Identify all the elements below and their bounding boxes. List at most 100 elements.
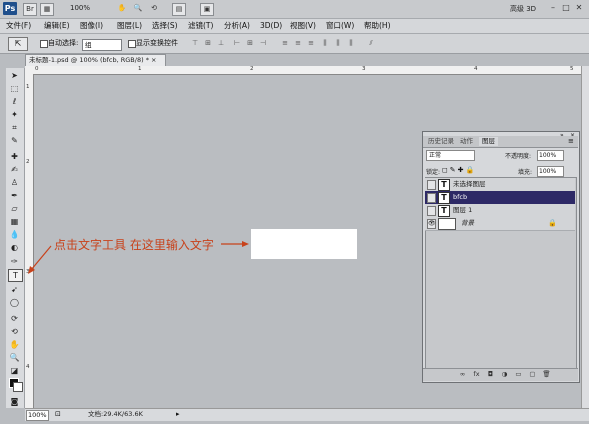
tab-layers[interactable]: 图层 <box>479 137 498 146</box>
align-top-icon[interactable]: ⊤ <box>190 39 200 48</box>
background-color-swatch[interactable] <box>13 382 23 392</box>
ruler-tick-label: 3 <box>26 269 30 275</box>
distribute-left-icon[interactable]: ⫼ <box>320 39 330 48</box>
arrange-documents-icon[interactable]: ▤ <box>172 3 186 16</box>
auto-select-checkbox[interactable] <box>40 40 48 48</box>
status-arrow-icon[interactable]: ▸ <box>176 410 180 418</box>
marquee-tool-icon[interactable]: ⬚ <box>8 83 21 94</box>
zoom-icon[interactable]: 🔍 <box>132 3 144 14</box>
adjustment-layer-icon[interactable]: ◑ <box>500 370 509 378</box>
ruler-tick-label: 4 <box>474 66 478 72</box>
align-hcenter-icon[interactable]: ⊞ <box>245 39 255 48</box>
distribute-hcenter-icon[interactable]: ⫼ <box>333 39 343 48</box>
magic-wand-tool-icon[interactable]: ✦ <box>8 109 21 120</box>
layer-row-background[interactable]: 👁 背景 🔒 <box>425 217 575 231</box>
history-brush-tool-icon[interactable]: ✒ <box>8 190 21 201</box>
text-tool-icon[interactable]: T <box>8 269 23 282</box>
pen-tool-icon[interactable]: ✑ <box>8 256 21 267</box>
eraser-tool-icon[interactable]: ▱ <box>8 203 21 214</box>
shape-tool-icon[interactable]: ◯ <box>8 297 21 308</box>
zoom-select[interactable]: 100% <box>70 3 102 14</box>
lasso-tool-icon[interactable]: ℓ <box>8 96 21 107</box>
menu-window[interactable]: 窗口(W) <box>326 21 354 31</box>
zoom-tool-icon[interactable]: 🔍 <box>8 352 21 363</box>
blur-tool-icon[interactable]: 💧 <box>8 229 21 240</box>
brush-tool-icon[interactable]: ✍ <box>8 164 21 175</box>
dodge-tool-icon[interactable]: ◐ <box>8 242 21 253</box>
3d-rotate-tool-icon[interactable]: ⟳ <box>8 313 21 324</box>
default-colors-icon[interactable]: ◪ <box>8 365 21 376</box>
menu-file[interactable]: 文件(F) <box>6 21 31 31</box>
path-selection-tool-icon[interactable]: ➹ <box>8 284 21 295</box>
new-group-icon[interactable]: ▭ <box>514 370 523 378</box>
visibility-toggle[interactable] <box>427 180 436 190</box>
layer-mask-icon[interactable]: ◘ <box>486 370 495 378</box>
distribute-right-icon[interactable]: ⫼ <box>346 39 356 48</box>
3d-orbit-tool-icon[interactable]: ⟲ <box>8 326 21 337</box>
zoom-level-field[interactable]: 100% <box>26 410 49 421</box>
opacity-field[interactable]: 100% <box>537 150 564 161</box>
crop-tool-icon[interactable]: ⌗ <box>8 122 21 133</box>
visibility-toggle[interactable] <box>427 193 436 203</box>
maximize-button[interactable]: □ <box>561 3 571 13</box>
layer-row[interactable]: T 未选择图层 <box>425 178 575 192</box>
fill-label: 填充: <box>518 169 533 176</box>
menu-analysis[interactable]: 分析(A) <box>224 21 250 31</box>
healing-brush-tool-icon[interactable]: ✚ <box>8 151 21 162</box>
hand-tool-icon[interactable]: ✋ <box>8 339 21 350</box>
screen-mode-icon[interactable]: ▣ <box>200 3 214 16</box>
menu-3d[interactable]: 3D(D) <box>260 21 282 31</box>
ruler-tick-label: 3 <box>362 66 366 72</box>
menu-view[interactable]: 视图(V) <box>290 21 316 31</box>
status-menu-icon[interactable]: ⊡ <box>55 410 61 418</box>
auto-align-icon[interactable]: ⫽ <box>366 39 376 48</box>
menu-layer[interactable]: 图层(L) <box>117 21 142 31</box>
move-tool-icon[interactable]: ➤ <box>8 70 21 81</box>
lock-icons[interactable]: ◻✎✚🔒 <box>442 166 476 174</box>
close-tab-icon[interactable]: × <box>151 56 156 64</box>
vertical-scrollbar[interactable] <box>581 66 589 408</box>
visibility-toggle[interactable] <box>427 206 436 216</box>
align-vcenter-icon[interactable]: ⊞ <box>203 39 213 48</box>
link-layers-icon[interactable]: ∞ <box>458 370 467 378</box>
workspace-switcher[interactable]: 高级 3D <box>510 4 536 14</box>
fill-field[interactable]: 100% <box>537 166 564 177</box>
quick-mask-icon[interactable]: ◙ <box>8 396 21 407</box>
align-bottom-icon[interactable]: ⊥ <box>216 39 226 48</box>
show-transform-checkbox[interactable] <box>128 40 136 48</box>
eyedropper-tool-icon[interactable]: ✎ <box>8 135 21 146</box>
distribute-bottom-icon[interactable]: ≡ <box>306 39 316 48</box>
rotate-view-icon[interactable]: ⟲ <box>148 3 160 14</box>
distribute-vcenter-icon[interactable]: ≡ <box>293 39 303 48</box>
text-input-area[interactable] <box>251 229 357 259</box>
bridge-icon[interactable]: Br <box>23 3 37 16</box>
menu-help[interactable]: 帮助(H) <box>364 21 391 31</box>
tab-history[interactable]: 历史记录 <box>425 137 457 146</box>
eye-icon[interactable]: 👁 <box>427 219 436 229</box>
menu-select[interactable]: 选择(S) <box>152 21 178 31</box>
blend-mode-select[interactable]: 正常 <box>426 150 475 161</box>
align-right-icon[interactable]: ⊣ <box>258 39 268 48</box>
new-layer-icon[interactable]: ▢ <box>528 370 537 378</box>
panel-menu-icon[interactable]: ≡ <box>568 137 574 145</box>
distribute-top-icon[interactable]: ≡ <box>280 39 290 48</box>
layer-style-icon[interactable]: fx <box>472 370 481 378</box>
auto-select-dropdown[interactable]: 组 <box>82 39 122 51</box>
menu-edit[interactable]: 编辑(E) <box>44 21 70 31</box>
delete-layer-icon[interactable]: 🗑 <box>542 370 551 378</box>
gradient-tool-icon[interactable]: ▦ <box>8 216 21 227</box>
tab-actions[interactable]: 动作 <box>457 137 476 146</box>
clone-stamp-tool-icon[interactable]: ♙ <box>8 177 21 188</box>
hand-icon[interactable]: ✋ <box>116 3 128 14</box>
menu-image[interactable]: 图像(I) <box>80 21 103 31</box>
align-left-icon[interactable]: ⊢ <box>232 39 242 48</box>
menu-filter[interactable]: 滤镜(T) <box>188 21 213 31</box>
close-button[interactable]: ✕ <box>574 3 584 13</box>
move-tool-preset-icon[interactable]: ⇱ <box>8 37 28 51</box>
minimize-button[interactable]: – <box>548 3 558 13</box>
view-extras-icon[interactable]: ▦ <box>40 3 54 16</box>
document-tab[interactable]: 未标题-1.psd @ 100% (bfcb, RGB/8) * × <box>25 54 166 66</box>
ruler-tick-label: 0 <box>35 66 39 72</box>
layer-row[interactable]: T 图层 1 <box>425 204 575 218</box>
layer-row-selected[interactable]: T bfcb <box>425 191 575 205</box>
